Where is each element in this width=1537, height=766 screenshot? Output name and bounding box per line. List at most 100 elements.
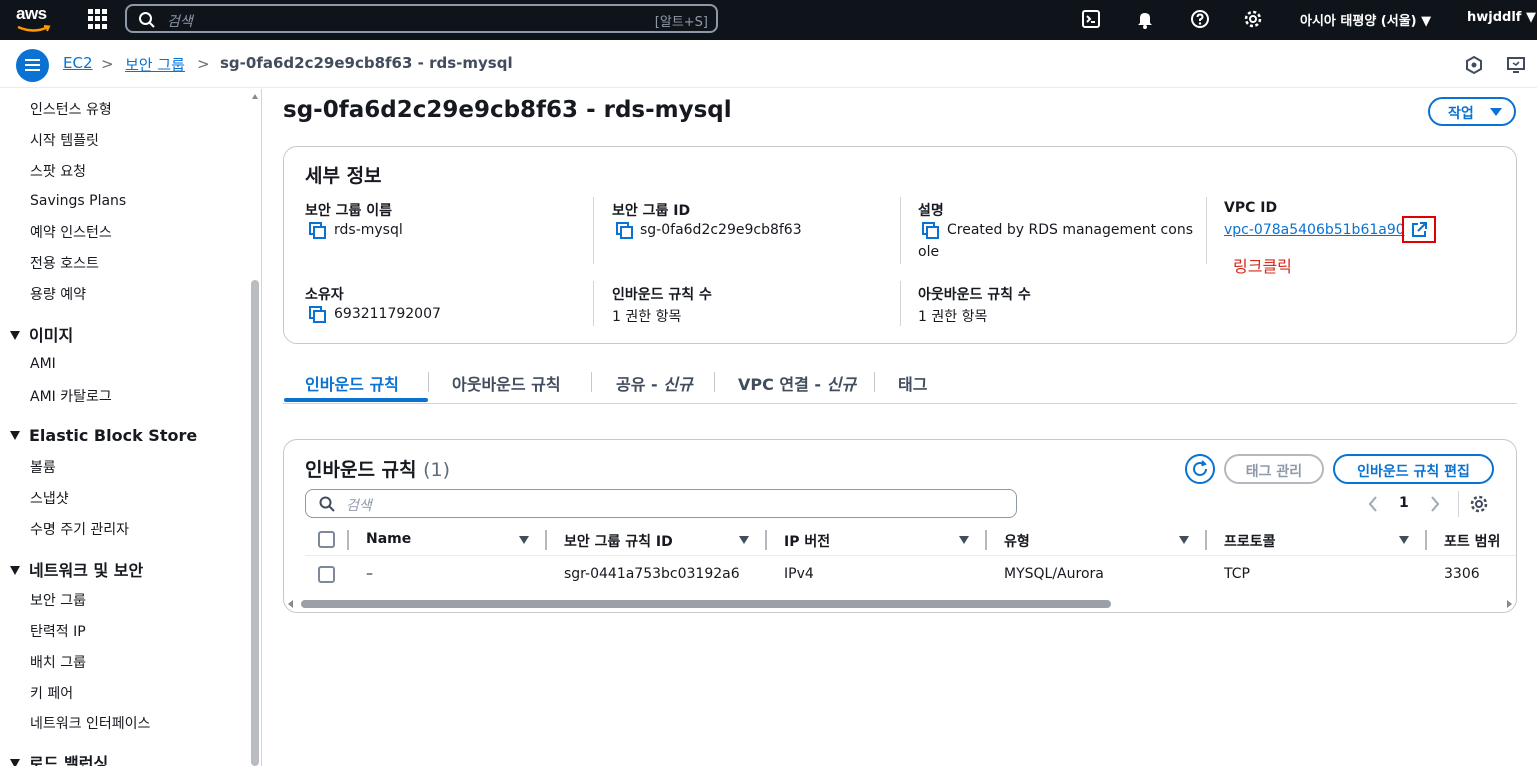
cell-port-range: 3306 (1444, 566, 1480, 582)
tab-sharing[interactable]: 공유 - 신규 (616, 371, 693, 395)
sidebar-scrollbar[interactable] (251, 280, 259, 766)
sidebar-item-reserved-instances[interactable]: 예약 인스턴스 (30, 222, 112, 242)
sidebar-section-images[interactable]: 이미지 (10, 322, 73, 346)
region-selector[interactable]: 아시아 태평양 (서울) ▼ (1300, 10, 1431, 29)
feedback-icon[interactable] (1464, 55, 1484, 75)
column-divider (593, 197, 594, 264)
account-menu[interactable]: hwjddlf ▼ (1467, 10, 1536, 25)
sidebar-item-placement-groups[interactable]: 배치 그룹 (30, 652, 86, 672)
side-navigation: 인스턴스 유형 시작 템플릿 스팟 요청 Savings Plans 예약 인스… (0, 89, 262, 766)
sidebar-item-elastic-ips[interactable]: 탄력적 IP (30, 621, 86, 641)
sidebar-item-savings-plans[interactable]: Savings Plans (30, 193, 126, 209)
tab-outbound-rules[interactable]: 아웃바운드 규칙 (452, 371, 561, 395)
breadcrumb-security-groups[interactable]: 보안 그룹 (125, 54, 185, 75)
tab-tags[interactable]: 태그 (898, 371, 927, 395)
apps-grid-icon[interactable] (88, 9, 108, 29)
copy-icon[interactable] (616, 222, 634, 240)
column-header-protocol[interactable]: 프로토콜 (1224, 531, 1276, 551)
sidebar-item-security-groups[interactable]: 보안 그룹 (30, 590, 86, 610)
top-navigation-bar: aws 검색 [알트+S] 아시아 태평양 (서울) ▼ hwjddlf ▼ (0, 0, 1537, 40)
sidebar-section-load-balancing[interactable]: 로드 밸런싱 (10, 750, 108, 766)
sidebar-item-key-pairs[interactable]: 키 페어 (30, 683, 73, 703)
tab-inbound-rules[interactable]: 인바운드 규칙 (305, 371, 399, 395)
gear-icon[interactable] (1469, 494, 1489, 514)
cell-name: – (366, 566, 373, 582)
bell-icon[interactable] (1135, 9, 1155, 29)
sidebar-item-spot-requests[interactable]: 스팟 요청 (30, 161, 86, 181)
expand-triangle-icon (10, 566, 20, 575)
cloudshell-icon[interactable] (1081, 9, 1101, 29)
vpc-id-link[interactable]: vpc-078a5406b51b61a90 (1224, 222, 1405, 238)
sidebar-item-instance-types[interactable]: 인스턴스 유형 (30, 99, 112, 119)
sidebar-item-ami[interactable]: AMI (30, 356, 56, 372)
breadcrumb-separator: > (197, 55, 210, 73)
tab-vpc-associations[interactable]: VPC 연결 - 신규 (738, 371, 856, 395)
breadcrumb-bar: EC2 > 보안 그룹 > sg-0fa6d2c29e9cb8f63 - rds… (0, 40, 1537, 88)
help-icon[interactable] (1190, 9, 1210, 29)
chevron-right-icon[interactable] (1429, 495, 1441, 513)
page-number[interactable]: 1 (1399, 495, 1409, 511)
external-link-icon[interactable] (1410, 221, 1428, 239)
sidebar-item-ami-catalog[interactable]: AMI 카탈로그 (30, 386, 112, 406)
scroll-left-arrow-icon[interactable] (288, 600, 293, 608)
search-icon (319, 496, 335, 512)
field-value-outbound-count: 1 권한 항목 (918, 309, 988, 325)
sort-caret-icon[interactable] (1179, 536, 1189, 544)
global-search-input[interactable]: 검색 [알트+S] (125, 4, 718, 33)
sidebar-item-volumes[interactable]: 볼륨 (30, 457, 56, 477)
column-header-type[interactable]: 유형 (1004, 531, 1030, 551)
copy-icon[interactable] (309, 222, 327, 240)
select-all-checkbox[interactable] (318, 531, 335, 548)
sidebar-item-launch-templates[interactable]: 시작 템플릿 (30, 130, 99, 150)
scroll-up-arrow-icon[interactable] (252, 94, 258, 99)
tools-panel-icon[interactable] (1506, 55, 1526, 75)
chevron-left-icon[interactable] (1367, 495, 1379, 513)
column-header-rule-id[interactable]: 보안 그룹 규칙 ID (564, 531, 673, 551)
column-divider (545, 530, 547, 550)
tab-divider (428, 372, 429, 392)
scrollbar-thumb[interactable] (301, 600, 1111, 608)
sort-caret-icon[interactable] (519, 536, 529, 544)
column-divider (900, 281, 901, 326)
column-header-ip-version[interactable]: IP 버전 (784, 531, 830, 551)
inbound-rules-title: 인바운드 규칙 (1) (305, 455, 450, 482)
sidebar-item-network-interfaces[interactable]: 네트워크 인터페이스 (30, 713, 150, 733)
breadcrumb-ec2[interactable]: EC2 (63, 54, 93, 72)
sidebar-item-capacity-reservations[interactable]: 용량 예약 (30, 284, 86, 304)
column-header-name[interactable]: Name (366, 531, 411, 547)
field-value-inbound-count: 1 권한 항목 (612, 309, 682, 325)
field-label-vpc-id: VPC ID (1224, 200, 1278, 216)
cell-protocol: TCP (1224, 566, 1250, 582)
row-checkbox[interactable] (318, 566, 335, 583)
inbound-count: (1) (423, 459, 451, 481)
field-value-owner: 693211792007 (334, 306, 441, 322)
actions-dropdown-button[interactable]: 작업 (1428, 97, 1516, 126)
column-header-port-range[interactable]: 포트 범위 (1444, 531, 1500, 551)
caret-down-icon: ▼ (1525, 10, 1536, 25)
caret-down-icon (1490, 108, 1502, 116)
sidebar-item-lifecycle-manager[interactable]: 수명 주기 관리자 (30, 519, 129, 539)
sidebar-section-network-security[interactable]: 네트워크 및 보안 (10, 557, 143, 581)
active-tab-indicator (284, 398, 428, 402)
manage-tags-button[interactable]: 태그 관리 (1224, 454, 1324, 484)
column-divider (347, 530, 349, 550)
copy-icon[interactable] (309, 306, 327, 324)
rules-filter-input[interactable]: 검색 (305, 489, 1017, 518)
aws-logo[interactable]: aws (16, 4, 54, 34)
scroll-right-arrow-icon[interactable] (1507, 600, 1512, 608)
column-divider (1206, 197, 1207, 264)
sidebar-section-ebs[interactable]: Elastic Block Store (10, 426, 197, 445)
edit-inbound-rules-button[interactable]: 인바운드 규칙 편집 (1333, 454, 1494, 484)
column-divider (593, 281, 594, 326)
sort-caret-icon[interactable] (1399, 536, 1409, 544)
gear-icon[interactable] (1243, 9, 1263, 29)
copy-icon[interactable] (922, 222, 940, 240)
sidebar-item-dedicated-hosts[interactable]: 전용 호스트 (30, 253, 99, 273)
caret-down-icon: ▼ (1421, 14, 1432, 29)
field-value-sg-name: rds-mysql (334, 222, 403, 238)
sort-caret-icon[interactable] (959, 536, 969, 544)
hamburger-menu-button[interactable] (16, 49, 49, 82)
sidebar-item-snapshots[interactable]: 스냅샷 (30, 488, 69, 508)
refresh-button[interactable] (1185, 454, 1215, 484)
sort-caret-icon[interactable] (739, 536, 749, 544)
